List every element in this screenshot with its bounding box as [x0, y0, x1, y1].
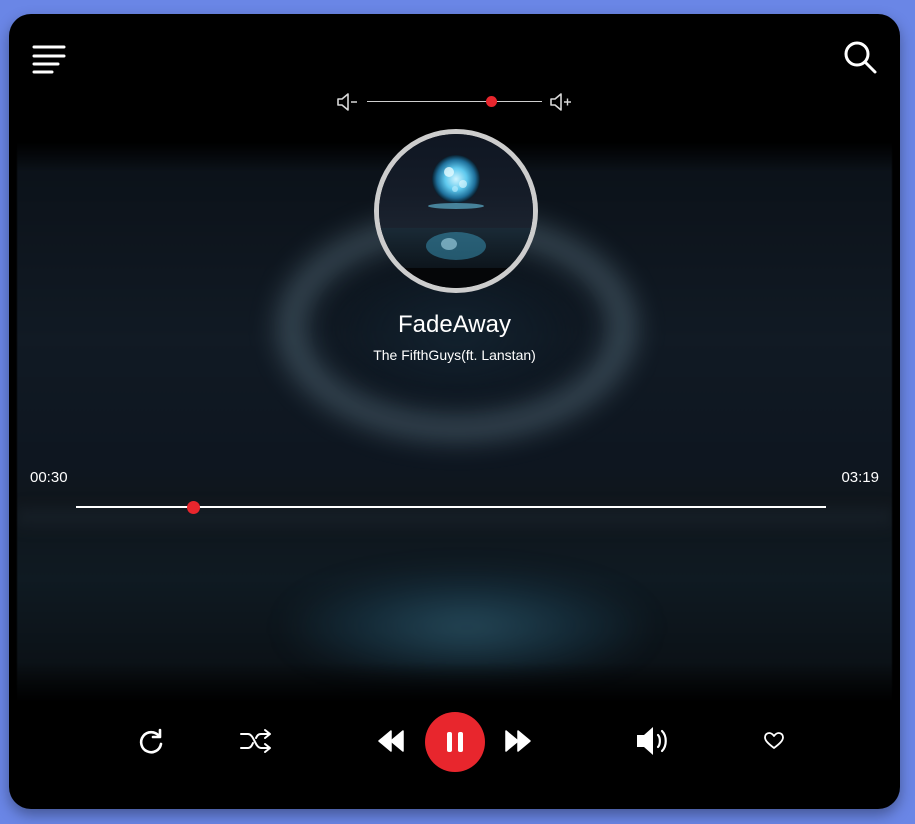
rewind-icon[interactable] — [377, 727, 405, 755]
volume-down-icon[interactable] — [336, 91, 360, 113]
pause-icon — [447, 732, 463, 752]
total-time: 03:19 — [841, 469, 879, 486]
hamburger-menu-icon[interactable] — [32, 44, 66, 74]
volume-up-icon[interactable] — [549, 91, 573, 113]
heart-icon[interactable] — [763, 731, 785, 751]
shuffle-icon[interactable] — [239, 728, 273, 754]
album-art — [374, 129, 538, 293]
music-player: FadeAway The FifthGuys(ft. Lanstan) 00:3… — [9, 14, 900, 809]
current-time: 00:30 — [30, 469, 68, 486]
speaker-icon[interactable] — [635, 724, 671, 758]
volume-slider-thumb[interactable] — [486, 96, 498, 107]
progress-bar[interactable] — [76, 501, 826, 514]
repeat-icon[interactable] — [137, 728, 165, 756]
volume-slider[interactable] — [367, 96, 542, 107]
search-icon[interactable] — [843, 40, 879, 76]
song-title: FadeAway — [398, 311, 511, 338]
pause-button[interactable] — [425, 712, 485, 772]
song-artist: The FifthGuys(ft. Lanstan) — [373, 347, 536, 363]
fast-forward-icon[interactable] — [504, 727, 532, 755]
background-fade-bottom — [17, 662, 892, 702]
progress-bar-thumb[interactable] — [187, 501, 200, 514]
